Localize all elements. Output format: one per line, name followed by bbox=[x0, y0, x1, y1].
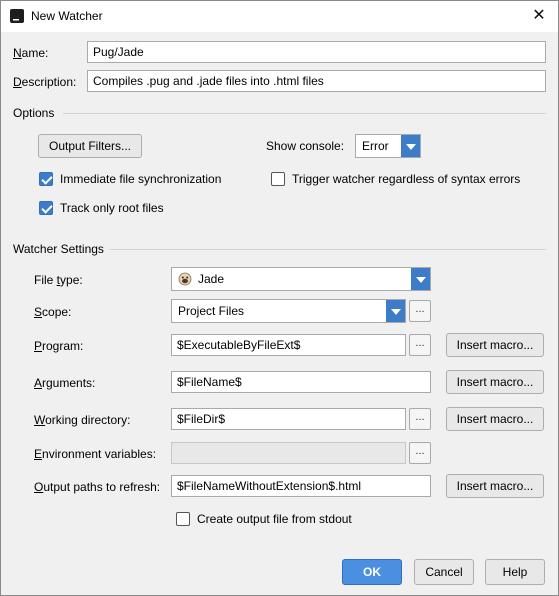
name-label: Name: bbox=[13, 46, 49, 60]
output-paths-label: Output paths to refresh: bbox=[34, 480, 161, 494]
create-output-label: Create output file from stdout bbox=[197, 512, 352, 526]
scope-select[interactable]: Project Files bbox=[171, 299, 406, 323]
new-watcher-dialog: New Watcher ✕ Name: Pug/Jade Description… bbox=[0, 0, 559, 596]
track-root-label: Track only root files bbox=[60, 201, 164, 215]
ok-button[interactable]: OK bbox=[342, 559, 402, 585]
options-divider bbox=[63, 113, 546, 114]
chevron-down-icon[interactable] bbox=[411, 268, 430, 290]
cancel-button[interactable]: Cancel bbox=[414, 559, 474, 585]
scope-label: Scope: bbox=[34, 305, 72, 319]
output-paths-input[interactable]: $FileNameWithoutExtension$.html bbox=[171, 475, 431, 497]
options-heading: Options bbox=[13, 106, 55, 120]
working-directory-label: Working directory: bbox=[34, 413, 131, 427]
close-icon[interactable]: ✕ bbox=[524, 3, 554, 29]
working-directory-browse-button[interactable]: ... bbox=[409, 408, 431, 430]
show-console-value: Error bbox=[362, 139, 389, 153]
trigger-regardless-checkbox[interactable] bbox=[271, 172, 285, 186]
title-bar: New Watcher ✕ bbox=[1, 1, 558, 32]
app-icon bbox=[10, 9, 24, 23]
track-root-checkbox[interactable] bbox=[39, 201, 53, 215]
program-browse-button[interactable]: ... bbox=[409, 334, 431, 356]
show-console-label: Show console: bbox=[266, 139, 345, 153]
description-input[interactable]: Compiles .pug and .jade files into .html… bbox=[87, 70, 546, 92]
watcher-settings-heading: Watcher Settings bbox=[13, 242, 104, 256]
arguments-insert-macro-button[interactable]: Insert macro... bbox=[446, 370, 544, 394]
environment-variables-label: Environment variables: bbox=[34, 447, 157, 461]
environment-variables-browse-button[interactable]: ... bbox=[409, 442, 431, 464]
arguments-input[interactable]: $FileName$ bbox=[171, 371, 431, 393]
program-input[interactable]: $ExecutableByFileExt$ bbox=[171, 334, 406, 356]
output-paths-insert-macro-button[interactable]: Insert macro... bbox=[446, 474, 544, 498]
scope-browse-button[interactable]: ... bbox=[409, 300, 431, 322]
working-directory-input[interactable]: $FileDir$ bbox=[171, 408, 406, 430]
name-input[interactable]: Pug/Jade bbox=[87, 41, 546, 63]
working-directory-insert-macro-button[interactable]: Insert macro... bbox=[446, 407, 544, 431]
file-type-value: Jade bbox=[198, 272, 225, 286]
file-type-select[interactable]: Jade bbox=[171, 267, 431, 291]
program-label: Program: bbox=[34, 339, 84, 353]
trigger-regardless-label: Trigger watcher regardless of syntax err… bbox=[292, 172, 521, 186]
create-output-checkbox[interactable] bbox=[176, 512, 190, 526]
window-title: New Watcher bbox=[31, 9, 103, 23]
watcher-settings-divider bbox=[109, 249, 546, 250]
immediate-sync-label: Immediate file synchronization bbox=[60, 172, 222, 186]
file-type-label: File type: bbox=[34, 273, 83, 287]
chevron-down-icon[interactable] bbox=[401, 135, 420, 157]
output-filters-button[interactable]: Output Filters... bbox=[38, 134, 142, 158]
scope-value: Project Files bbox=[178, 304, 245, 318]
show-console-select[interactable]: Error bbox=[355, 134, 421, 158]
chevron-down-icon[interactable] bbox=[386, 300, 405, 322]
immediate-sync-checkbox[interactable] bbox=[39, 172, 53, 186]
arguments-label: Arguments: bbox=[34, 376, 96, 390]
description-label: Description: bbox=[13, 75, 77, 89]
environment-variables-input[interactable] bbox=[171, 442, 406, 464]
help-button[interactable]: Help bbox=[485, 559, 545, 585]
pug-dog-icon bbox=[178, 272, 192, 286]
program-insert-macro-button[interactable]: Insert macro... bbox=[446, 333, 544, 357]
